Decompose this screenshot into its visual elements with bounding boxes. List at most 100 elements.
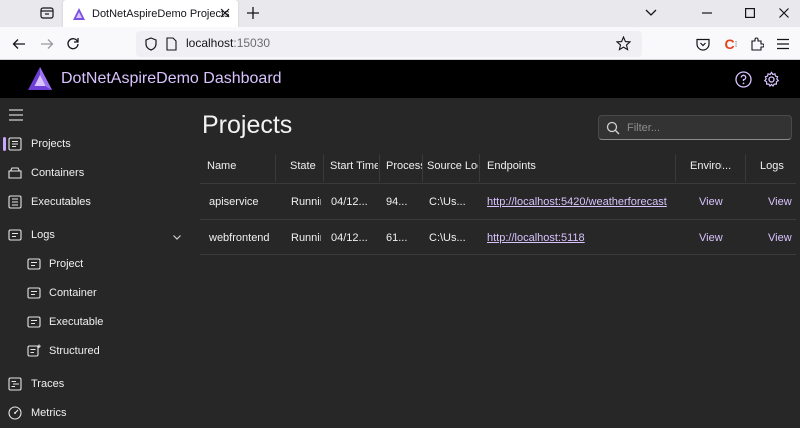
logs-icon [8,228,22,242]
minimize-icon[interactable] [698,4,716,22]
page-icon[interactable] [166,37,177,56]
browser-tab-strip: DotNetAspireDemo Projects [0,0,800,27]
sidebar-item-label: Project [49,258,84,270]
sidebar-item-traces[interactable]: Traces [0,371,190,397]
view-environment-button[interactable]: View [699,232,729,248]
close-window-icon[interactable] [775,4,793,22]
back-arrow-icon[interactable] [10,35,28,53]
new-tab-icon[interactable] [245,5,261,21]
cell-source-location: C:\Us... [429,196,466,208]
shield-icon[interactable] [145,37,157,56]
sidebar-item-label: Container [49,287,97,299]
sidebar-item-containers[interactable]: Containers [0,160,190,186]
column-header-state[interactable]: State [290,160,322,176]
page-title: Projects [202,111,293,139]
app-header: DotNetAspireDemo Dashboard [0,60,800,98]
containers-icon [8,166,22,180]
settings-gear-icon[interactable] [762,70,780,88]
column-header-source-location[interactable]: Source Location [427,160,478,176]
column-divider[interactable] [323,154,324,182]
browser-nav-bar: localhost:15030 C ⁝ [0,27,800,60]
metrics-icon [8,406,22,420]
sidebar-item-label: Executable [49,316,104,328]
sidebar-item-executables[interactable]: Executables [0,189,190,215]
cell-state: Running [291,232,321,244]
cell-name: apiservice [209,196,259,208]
app-title[interactable]: DotNetAspireDemo Dashboard [61,70,282,88]
help-icon[interactable] [734,70,752,88]
sidebar-item-label: Containers [31,167,85,179]
view-logs-button[interactable]: View [768,232,798,248]
column-header-start-time[interactable]: Start Time [330,160,378,176]
endpoint-link[interactable]: http://localhost:5420/weatherforecast [487,196,673,212]
view-logs-button[interactable]: View [768,196,798,212]
aspire-favicon-icon [72,7,86,21]
row-divider [200,219,796,220]
active-indicator [3,137,6,151]
log-doc-icon [27,286,41,300]
url-text: localhost:15030 [186,36,271,50]
log-doc-icon [27,315,41,329]
pocket-icon[interactable] [694,35,712,53]
hamburger-menu-icon[interactable] [8,108,24,122]
sidebar-item-log-structured[interactable]: Structured [0,338,190,364]
sidebar-item-label: Metrics [31,407,67,419]
cell-process: 61... [386,232,408,244]
row-divider [200,254,796,255]
sidebar-item-logs[interactable]: Logs [0,222,190,248]
sidebar: Projects Containers Executables Logs Pro… [0,98,192,428]
forward-arrow-icon[interactable] [38,35,56,53]
executables-icon [8,195,22,209]
column-divider[interactable] [479,154,480,182]
view-environment-button[interactable]: View [699,196,729,212]
traces-icon [8,377,22,391]
log-doc-icon [27,257,41,271]
endpoint-link[interactable]: http://localhost:5118 [487,232,673,248]
tab-list-icon[interactable] [38,5,56,21]
sidebar-item-projects[interactable]: Projects [0,131,190,157]
column-header-environment[interactable]: Environment [690,160,722,176]
browser-tab-active[interactable]: DotNetAspireDemo Projects [63,0,238,27]
column-header-process[interactable]: Process [386,160,422,176]
sidebar-item-log-container[interactable]: Container [0,280,190,306]
extension-c-icon[interactable]: C ⁝ [722,35,740,53]
chevron-down-icon[interactable] [172,229,182,240]
column-header-logs[interactable]: Logs [760,160,790,176]
menu-icon[interactable] [774,35,792,53]
sidebar-item-label: Structured [49,345,100,357]
extensions-puzzle-icon[interactable] [748,35,766,53]
cell-start-time: 04/12... [331,196,368,208]
chevron-down-icon[interactable] [642,4,660,22]
cell-name: webfrontend [209,232,270,244]
cell-start-time: 04/12... [331,232,368,244]
column-divider[interactable] [422,154,423,182]
search-icon [606,121,620,135]
column-divider[interactable] [275,154,276,182]
cell-state: Running [291,196,321,208]
column-header-name[interactable]: Name [207,160,267,176]
reload-icon[interactable] [64,35,82,53]
sidebar-item-label: Projects [31,138,71,150]
sidebar-item-metrics[interactable]: Metrics [0,400,190,426]
sidebar-item-label: Traces [31,378,65,390]
column-divider[interactable] [379,154,380,182]
cell-process: 94... [386,196,408,208]
close-tab-icon[interactable] [218,6,232,20]
sidebar-item-label: Logs [31,229,55,241]
projects-icon [8,137,22,151]
bookmark-star-icon[interactable] [615,35,632,56]
column-header-environment-ellipsis: ... [722,160,732,172]
filter-box[interactable] [598,115,792,140]
cell-source-location: C:\Us... [429,232,466,244]
sidebar-item-log-executable[interactable]: Executable [0,309,190,335]
structured-log-icon [27,344,41,358]
filter-input[interactable] [627,119,787,137]
column-divider[interactable] [745,154,746,182]
tab-title: DotNetAspireDemo Projects [92,7,230,20]
address-bar[interactable]: localhost:15030 [136,31,642,57]
maximize-icon[interactable] [741,4,759,22]
column-header-endpoints[interactable]: Endpoints [487,160,587,176]
sidebar-item-label: Executables [31,196,91,208]
column-divider[interactable] [675,154,676,182]
sidebar-item-log-project[interactable]: Project [0,251,190,277]
